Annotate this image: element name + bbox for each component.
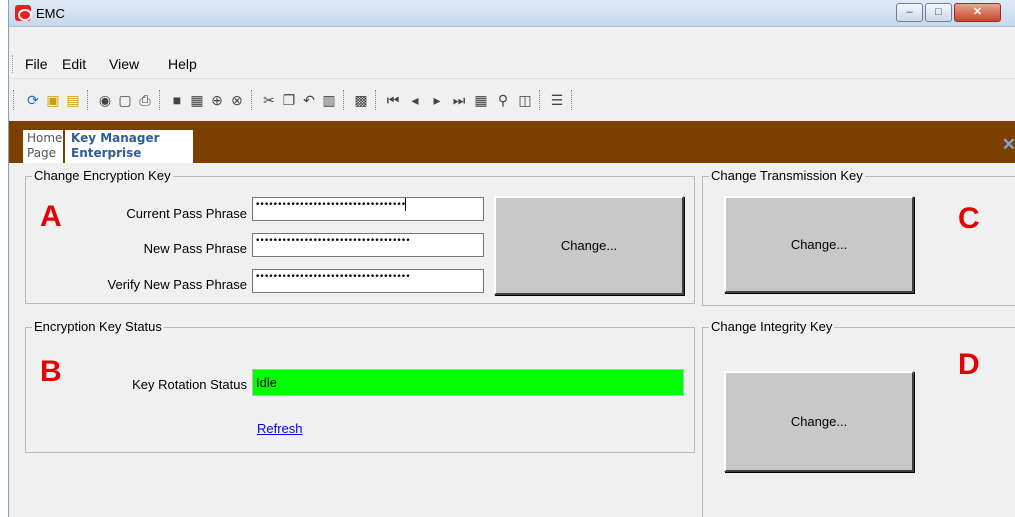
new-folder-icon[interactable]: ▤ (65, 92, 81, 108)
group-title: Change Encryption Key (32, 168, 173, 183)
close-tab-icon[interactable]: ✕ (1002, 135, 1015, 155)
print-icon[interactable]: ⎙ (137, 92, 153, 108)
key-rotation-status-value: Idle (252, 369, 684, 396)
tab-km-line2: Enterprise (71, 146, 142, 160)
list-icon[interactable]: ☰ (549, 92, 565, 108)
app-logo-icon (15, 5, 32, 21)
current-pass-phrase-label: Current Pass Phrase (126, 206, 247, 221)
new-pass-phrase-input[interactable]: ••••••••••••••••••••••••••••••••••• (252, 233, 484, 257)
group-title: Change Transmission Key (709, 168, 865, 183)
window-icon[interactable]: ◫ (517, 92, 533, 108)
menu-bar: File Edit View Help (9, 49, 1015, 79)
toolbar-separator (539, 90, 540, 110)
verify-new-pass-phrase-label: Verify New Pass Phrase (107, 277, 247, 292)
text-caret (405, 198, 407, 211)
minimize-button[interactable]: – (896, 3, 923, 22)
verify-new-pass-phrase-value: ••••••••••••••••••••••••••••••••••• (255, 272, 411, 282)
copy-icon[interactable]: ❐ (281, 92, 297, 108)
save-icon[interactable]: ■ (169, 92, 185, 108)
annotation-marker-a: A (40, 200, 62, 233)
grid-icon[interactable]: ▩ (353, 92, 369, 108)
save-all-icon[interactable]: ▦ (189, 92, 205, 108)
refresh-link[interactable]: Refresh (257, 421, 303, 436)
change-encryption-key-button[interactable]: Change... (494, 196, 684, 295)
toolbar-separator (251, 90, 252, 110)
menu-help[interactable]: Help (168, 56, 197, 72)
change-integrity-key-button[interactable]: Change... (724, 371, 914, 472)
calendar-icon[interactable]: ▦ (473, 92, 489, 108)
maximize-button[interactable]: □ (925, 3, 952, 22)
tab-km-line1: Key Manager (71, 131, 160, 145)
close-button[interactable]: ✕ (954, 3, 1001, 22)
add-icon[interactable]: ⊕ (209, 92, 225, 108)
delete-icon[interactable]: ⊗ (229, 92, 245, 108)
toolbar-grip (13, 90, 14, 110)
find-icon[interactable]: ⚲ (495, 92, 511, 108)
record-icon[interactable]: ◉ (97, 92, 113, 108)
annotation-marker-b: B (40, 355, 62, 388)
annotation-marker-c: C (958, 202, 980, 235)
tab-home-line1: Home (27, 131, 63, 145)
document-icon[interactable]: ▢ (117, 92, 133, 108)
group-title: Change Integrity Key (709, 319, 835, 334)
tab-home-page[interactable]: Home Page (23, 130, 63, 163)
current-pass-phrase-value: •••••••••••••••••••••••••••••••••• (255, 200, 406, 210)
refresh-icon[interactable]: ⟳ (25, 92, 41, 108)
new-item-icon[interactable]: ▣ (45, 92, 61, 108)
toolbar: ⟳ ▣ ▤ ◉ ▢ ⎙ ■ ▦ ⊕ ⊗ ✂ ❐ ↶ ▥ ▩ ⏮ ◂ ▸ ⏭ ▦ … (9, 82, 1015, 118)
cut-icon[interactable]: ✂ (261, 92, 277, 108)
new-pass-phrase-value: ••••••••••••••••••••••••••••••••••• (255, 236, 411, 246)
tab-strip: Home Page Key Manager Enterprise ✕ (9, 121, 1015, 163)
menu-grip-icon (12, 55, 15, 73)
first-record-icon[interactable]: ⏮ (385, 92, 401, 108)
undo-icon[interactable]: ↶ (301, 92, 317, 108)
toolbar-separator (343, 90, 344, 110)
verify-new-pass-phrase-input[interactable]: ••••••••••••••••••••••••••••••••••• (252, 269, 484, 293)
annotation-marker-d: D (958, 348, 980, 381)
menu-edit[interactable]: Edit (62, 56, 86, 72)
tab-key-manager-enterprise[interactable]: Key Manager Enterprise (65, 130, 193, 163)
key-rotation-status-label: Key Rotation Status (132, 377, 247, 392)
toolbar-separator (571, 90, 572, 110)
current-pass-phrase-input[interactable]: •••••••••••••••••••••••••••••••••• (252, 197, 484, 221)
change-transmission-key-button[interactable]: Change... (724, 196, 914, 293)
menu-view[interactable]: View (109, 56, 139, 72)
tab-home-line2: Page (27, 146, 57, 160)
toolbar-separator (375, 90, 376, 110)
toolbar-separator (159, 90, 160, 110)
window-title: EMC (36, 6, 65, 21)
new-pass-phrase-label: New Pass Phrase (143, 241, 247, 256)
next-record-icon[interactable]: ▸ (429, 92, 445, 108)
toolbar-separator (87, 90, 88, 110)
group-title: Encryption Key Status (32, 319, 164, 334)
paste-icon[interactable]: ▥ (321, 92, 337, 108)
title-bar: EMC – □ ✕ (9, 0, 1015, 27)
last-record-icon[interactable]: ⏭ (451, 92, 467, 108)
previous-record-icon[interactable]: ◂ (407, 92, 423, 108)
menu-file[interactable]: File (25, 56, 48, 72)
